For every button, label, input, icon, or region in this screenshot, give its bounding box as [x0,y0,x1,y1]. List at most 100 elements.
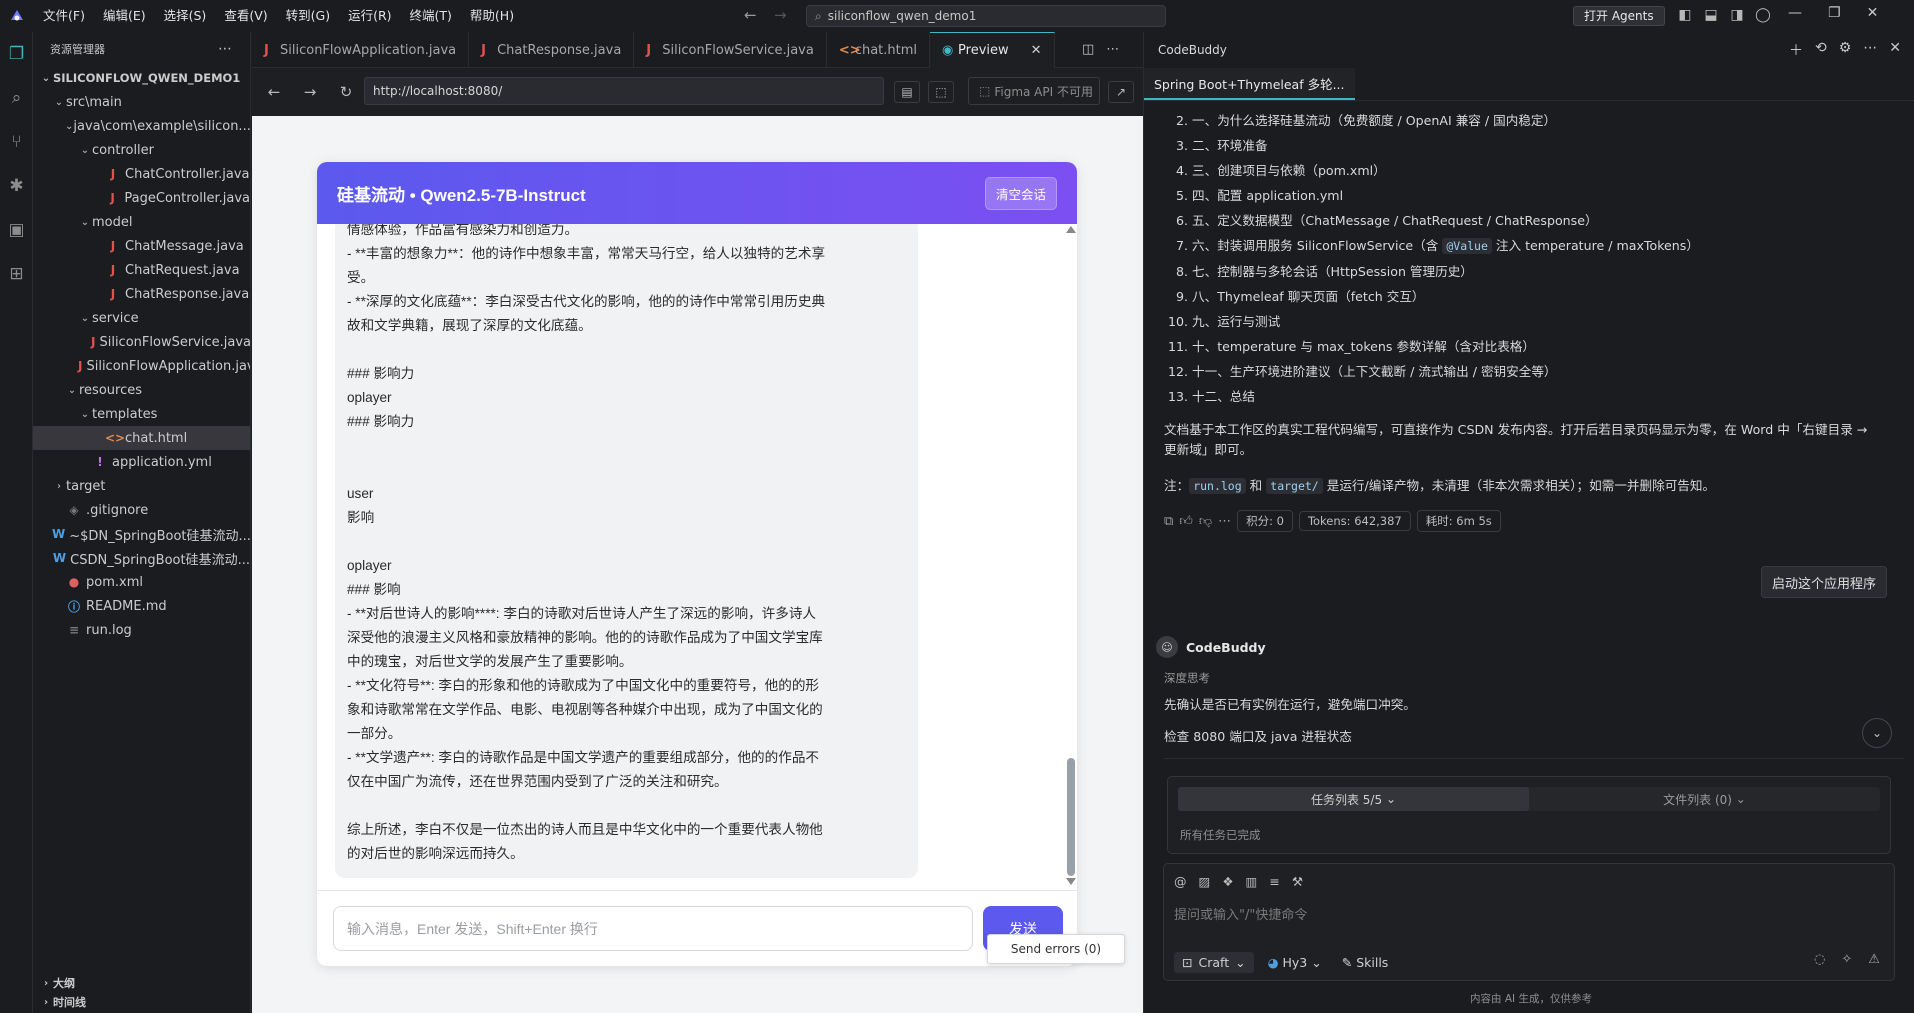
tab-file[interactable]: J SiliconFlowService.java [634,32,827,68]
tree-file[interactable]: J ChatController.java [33,162,250,186]
menu-item[interactable]: 选择(S) [155,0,216,32]
tree-file[interactable]: W CSDN_SpringBoot硅基流动... [33,546,250,570]
tab-file[interactable]: <> chat.html [827,32,931,68]
account-icon[interactable]: ◯ [1752,7,1774,23]
tree-file[interactable]: J ChatMessage.java [33,234,250,258]
message-input[interactable]: 输入消息，Enter 发送，Shift+Enter 换行 [333,906,973,951]
tree-file[interactable]: J ChatResponse.java [33,282,250,306]
close-window-icon[interactable]: ✕ [1867,5,1879,21]
nav-back-icon[interactable]: ← [744,6,757,24]
tree-folder[interactable]: ⌄ src\main [33,90,250,114]
debug-icon[interactable]: ✱ [0,164,33,208]
panel-more-icon[interactable]: ⋯ [1863,40,1877,60]
enhance-prompt-icon[interactable]: ✧ [1841,952,1852,967]
nav-forward-icon[interactable]: → [774,6,787,24]
toggle-secondary-sidebar-icon[interactable]: ◨ [1726,7,1748,23]
extensions-icon[interactable]: ⊞ [0,252,33,296]
open-agents-button[interactable]: 打开 Agents [1573,6,1665,26]
tree-file[interactable]: J PageController.java [33,186,250,210]
file-list-tab[interactable]: 文件列表 (0) ⌄ [1529,787,1880,811]
start-app-button[interactable]: 启动这个应用程序 [1761,566,1888,598]
scroll-down-icon[interactable] [1066,878,1076,885]
reload-icon[interactable]: ↻ [332,78,360,106]
figma-attach-icon[interactable]: ❖ [1222,874,1233,889]
stats-more-icon[interactable]: ⋯ [1218,514,1231,529]
search-view-icon[interactable]: ⌕ [0,76,33,120]
open-external-icon[interactable]: ↗ [1108,81,1134,103]
conversation-tab[interactable]: Spring Boot+Thymeleaf 多轮... [1144,68,1355,100]
toggle-sidebar-icon[interactable]: ◧ [1674,7,1696,23]
task-list-tab[interactable]: 任务列表 5/5 ⌄ [1178,787,1529,811]
thumbs-up-icon[interactable]: 👍︎ [1179,514,1193,529]
maximize-icon[interactable]: ❐ [1828,5,1841,21]
url-input[interactable]: http://localhost:8080/ [364,77,884,105]
tree-file[interactable]: ≡ run.log [33,618,250,642]
menu-item[interactable]: 转到(G) [277,0,339,32]
tree-file[interactable]: J SiliconFlowService.java [33,330,250,354]
scroll-thumb[interactable] [1067,758,1075,876]
send-errors-badge[interactable]: Send errors (0) [987,934,1125,964]
menu-item[interactable]: 帮助(H) [461,0,523,32]
layout-icon[interactable]: ▤ [894,81,920,103]
tree-file[interactable]: J SiliconFlowApplication.java [33,354,250,378]
clear-session-button[interactable]: 清空会话 [984,176,1057,210]
project-root[interactable]: ⌄ SILICONFLOW_QWEN_DEMO1 [33,66,250,90]
message-scrollbar[interactable] [1063,224,1076,890]
tree-file[interactable]: ⓘ README.md [33,594,250,618]
tools-icon[interactable]: ⚒ [1292,874,1303,889]
source-control-icon[interactable]: ⑂ [0,120,33,164]
menu-item[interactable]: 运行(R) [339,0,400,32]
tree-file[interactable]: <> chat.html [33,426,250,450]
history-icon[interactable]: ⟲ [1815,40,1827,60]
command-search-box[interactable]: ⌕ siliconflow_qwen_demo1 [806,5,1166,27]
tree-file[interactable]: ◈ .gitignore [33,498,250,522]
submit-icon[interactable]: ⚠ [1868,952,1880,967]
thumbs-down-icon[interactable]: 👎︎ [1199,514,1212,529]
docs-icon[interactable]: ▥ [1246,874,1258,889]
tree-file[interactable]: J ChatRequest.java [33,258,250,282]
settings-gear-icon[interactable]: ⚙ [1839,40,1852,60]
tree-file[interactable]: W ~$DN_SpringBoot硅基流动... [33,522,250,546]
menu-item[interactable]: 查看(V) [215,0,276,32]
forward-arrow-icon[interactable]: → [296,78,324,106]
scroll-up-icon[interactable] [1066,226,1076,233]
close-tab-icon[interactable]: ✕ [1031,43,1042,58]
image-icon[interactable]: ▨ [1199,874,1211,889]
deep-thinking-label[interactable]: 深度思考 [1164,670,1210,686]
tree-folder[interactable]: ⌄ java\com\example\silicon... [33,114,250,138]
tree-folder[interactable]: ⌄ controller [33,138,250,162]
tree-folder[interactable]: ⌄ model [33,210,250,234]
tree-folder[interactable]: ⌄ resources [33,378,250,402]
tree-folder[interactable]: ⌄ service [33,306,250,330]
tree-folder[interactable]: › target [33,474,250,498]
back-arrow-icon[interactable]: ← [260,78,288,106]
composer-input[interactable]: 提问或输入"/"快捷命令 [1174,904,1874,923]
mention-icon[interactable]: @ [1174,874,1187,889]
remote-icon[interactable]: ▣ [0,208,33,252]
menu-item[interactable]: 编辑(E) [94,0,155,32]
copy-icon[interactable]: ⧉ [1164,514,1173,529]
outline-section[interactable]: › 大纲 › 时间线 [33,974,251,1012]
scroll-to-bottom-icon[interactable]: ⌄ [1862,718,1892,748]
tree-file[interactable]: ● pom.xml [33,570,250,594]
explorer-icon[interactable]: ❐ [0,32,33,76]
select-element-icon[interactable]: ⬚ [928,81,954,103]
toggle-panel-icon[interactable]: ⬓ [1700,7,1722,23]
minimize-icon[interactable]: — [1788,5,1802,21]
tab-file[interactable]: J ChatResponse.java [469,32,635,68]
panel-close-icon[interactable]: ✕ [1889,40,1901,60]
figma-status-button[interactable]: ⬚ Figma API 不可用 [968,77,1100,105]
message-area[interactable]: 情感体验，作品富有感染力和创造力。 - **丰富的想象力**：他的诗作中想象丰富，… [317,224,1077,890]
tab-file[interactable]: J SiliconFlowApplication.java [252,32,470,68]
tab-preview[interactable]: ◉ Preview ✕ [930,32,1055,68]
mode-selector[interactable]: ⊡ Craft ⌄ [1174,952,1254,973]
tree-folder[interactable]: ⌄ templates [33,402,250,426]
split-editor-icon[interactable]: ◫ [1082,42,1094,57]
skills-button[interactable]: ✎ Skills [1336,952,1395,973]
model-selector[interactable]: ◕ Hy3 ⌄ [1262,952,1328,973]
tree-file[interactable]: ! application.yml [33,450,250,474]
new-chat-icon[interactable]: ＋ [1789,40,1803,60]
more-actions-icon[interactable]: ⋯ [218,41,232,57]
menu-item[interactable]: 文件(F) [34,0,94,32]
rules-icon[interactable]: ≡ [1269,874,1279,889]
